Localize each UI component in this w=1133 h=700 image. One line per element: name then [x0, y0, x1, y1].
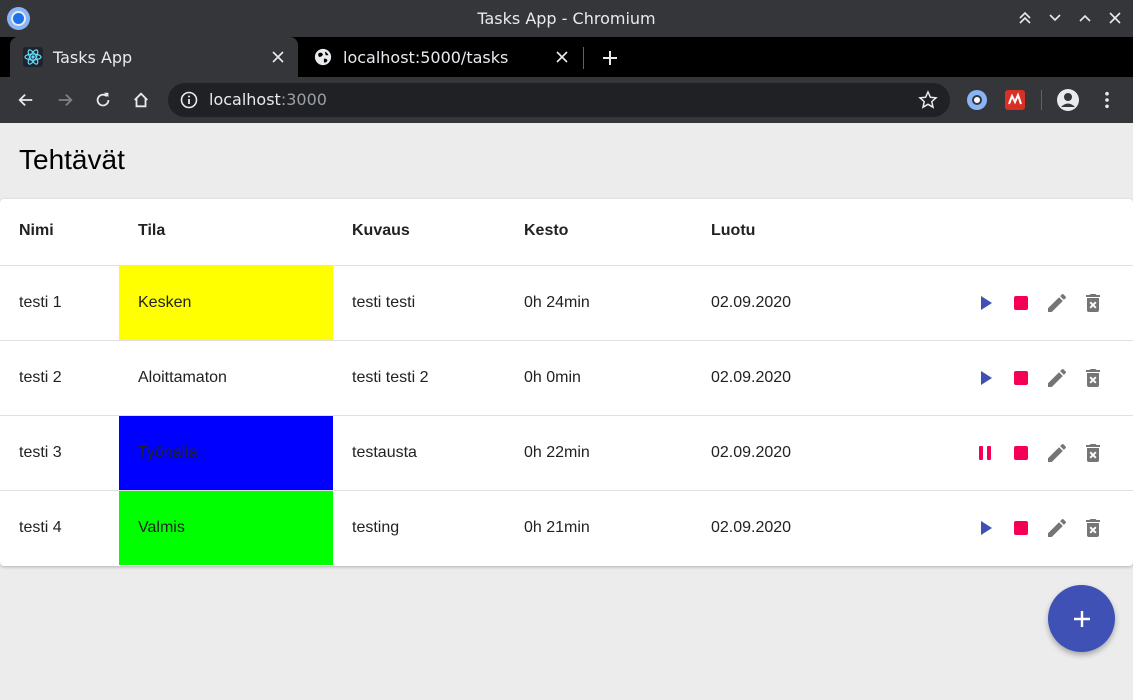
- url-text: localhost:3000: [209, 90, 327, 109]
- tab-divider: [583, 47, 584, 69]
- task-name: testi 2: [19, 369, 62, 386]
- row-actions: [963, 341, 1133, 415]
- row-actions: [963, 491, 1133, 565]
- edit-pencil-icon[interactable]: [1045, 516, 1069, 540]
- task-duration: 0h 22min: [524, 444, 590, 461]
- task-duration: 0h 21min: [524, 519, 590, 536]
- bookmark-star-icon[interactable]: [918, 90, 938, 110]
- react-icon: [23, 47, 43, 67]
- stop-icon[interactable]: [1009, 366, 1033, 390]
- redux-devtools-icon[interactable]: [1003, 88, 1027, 112]
- tab-tasks-app[interactable]: Tasks App: [10, 37, 298, 77]
- row-actions: [963, 266, 1133, 340]
- stop-icon[interactable]: [1009, 516, 1033, 540]
- task-duration: 0h 0min: [524, 369, 581, 386]
- header-duration[interactable]: Kesto: [524, 222, 568, 240]
- task-description: testi testi 2: [352, 369, 429, 386]
- task-description: testi testi: [352, 294, 416, 311]
- add-task-button[interactable]: [1048, 585, 1115, 652]
- maximize-icon[interactable]: [1075, 8, 1095, 28]
- header-status[interactable]: Tila: [138, 222, 165, 240]
- forward-icon[interactable]: [53, 88, 77, 112]
- stop-icon[interactable]: [1009, 291, 1033, 315]
- table-row: testi 2 Aloittamaton testi testi 2 0h 0m…: [0, 341, 1133, 416]
- task-name: testi 4: [19, 519, 62, 536]
- table-header: Nimi Tila Kuvaus Kesto Luotu: [0, 199, 1133, 266]
- task-created: 02.09.2020: [711, 294, 792, 311]
- delete-trash-icon[interactable]: [1081, 291, 1105, 315]
- table-row: testi 1 Kesken testi testi 0h 24min 02.0…: [0, 266, 1133, 341]
- browser-toolbar: localhost:3000: [0, 77, 1133, 123]
- task-description: testausta: [352, 444, 417, 461]
- tab-close-icon[interactable]: [268, 47, 288, 67]
- tab-label: localhost:5000/tasks: [343, 47, 509, 67]
- header-name[interactable]: Nimi: [19, 222, 54, 240]
- address-bar[interactable]: localhost:3000: [168, 83, 950, 117]
- task-status: Aloittamaton: [119, 341, 333, 415]
- row-actions: [963, 416, 1133, 490]
- window-title: Tasks App - Chromium: [477, 9, 656, 28]
- close-window-icon[interactable]: [1105, 8, 1125, 28]
- menu-kebab-icon[interactable]: [1095, 88, 1119, 112]
- profile-avatar-icon[interactable]: [1056, 88, 1080, 112]
- task-name: testi 1: [19, 294, 62, 311]
- delete-trash-icon[interactable]: [1081, 516, 1105, 540]
- home-icon[interactable]: [129, 88, 153, 112]
- page-title: Tehtävät: [19, 144, 125, 175]
- page-content: Tehtävät Nimi Tila Kuvaus Kesto Luotu te…: [0, 123, 1133, 700]
- tab-label: Tasks App: [53, 47, 133, 67]
- info-icon[interactable]: [180, 91, 198, 109]
- back-icon[interactable]: [14, 88, 38, 112]
- pause-icon[interactable]: [973, 441, 997, 465]
- task-duration: 0h 24min: [524, 294, 590, 311]
- task-created: 02.09.2020: [711, 519, 792, 536]
- task-created: 02.09.2020: [711, 444, 792, 461]
- header-created[interactable]: Luotu: [711, 222, 755, 240]
- minimize-icon[interactable]: [1045, 8, 1065, 28]
- tab-localhost-tasks[interactable]: localhost:5000/tasks: [300, 37, 582, 77]
- task-created: 02.09.2020: [711, 369, 792, 386]
- header-description[interactable]: Kuvaus: [352, 222, 410, 240]
- tab-close-icon[interactable]: [552, 47, 572, 67]
- globe-icon: [313, 47, 333, 67]
- table-row: testi 4 Valmis testing 0h 21min 02.09.20…: [0, 491, 1133, 566]
- delete-trash-icon[interactable]: [1081, 441, 1105, 465]
- table-row: testi 3 Työnalla testausta 0h 22min 02.0…: [0, 416, 1133, 491]
- edit-pencil-icon[interactable]: [1045, 291, 1069, 315]
- play-icon[interactable]: [973, 516, 997, 540]
- reload-icon[interactable]: [91, 88, 115, 112]
- extension-icon[interactable]: [965, 88, 989, 112]
- tab-strip: Tasks App localhost:5000/tasks: [0, 37, 1133, 77]
- plus-icon: [1073, 610, 1090, 627]
- task-status: Työnalla: [119, 416, 333, 490]
- task-description: testing: [352, 519, 400, 536]
- play-icon[interactable]: [973, 291, 997, 315]
- new-tab-icon[interactable]: [598, 46, 622, 70]
- tasks-table: Nimi Tila Kuvaus Kesto Luotu testi 1 Kes…: [0, 199, 1133, 566]
- window-titlebar: Tasks App - Chromium: [0, 0, 1133, 37]
- edit-pencil-icon[interactable]: [1045, 366, 1069, 390]
- task-status: Kesken: [119, 266, 333, 340]
- stop-icon[interactable]: [1009, 441, 1033, 465]
- edit-pencil-icon[interactable]: [1045, 441, 1069, 465]
- toolbar-divider: [1041, 90, 1042, 110]
- task-status: Valmis: [119, 491, 333, 565]
- window-shade-up-icon[interactable]: [1015, 8, 1035, 28]
- play-icon[interactable]: [973, 366, 997, 390]
- delete-trash-icon[interactable]: [1081, 366, 1105, 390]
- task-name: testi 3: [19, 444, 62, 461]
